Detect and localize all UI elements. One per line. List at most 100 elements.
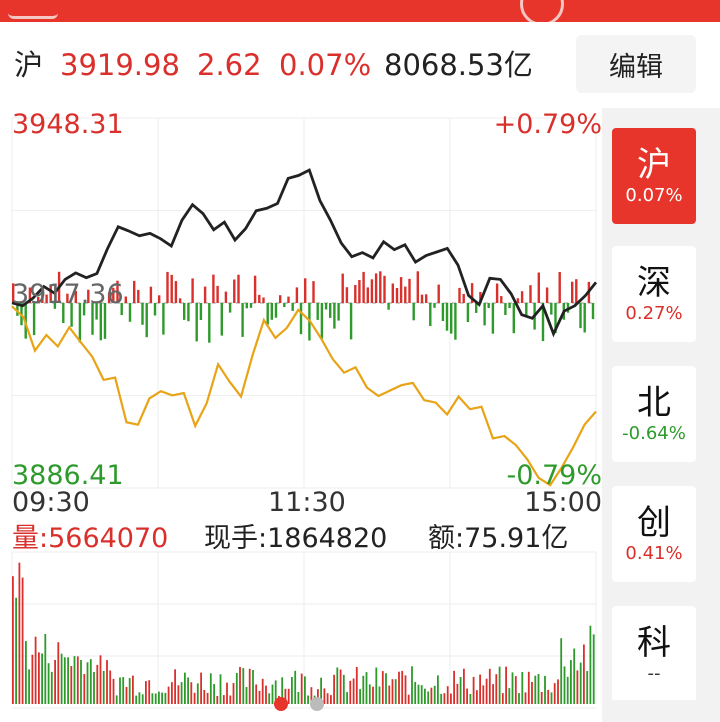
imbalance-bar — [399, 277, 403, 303]
index-name: 沪 — [14, 48, 44, 82]
volume-bar — [437, 675, 439, 704]
volume-bar — [472, 676, 475, 704]
index-price: 3919.98 — [60, 48, 180, 82]
imbalance-bar — [258, 294, 261, 303]
imbalance-bar — [404, 286, 407, 303]
volume-bar — [190, 682, 193, 704]
time-label-mid: 11:30 — [268, 487, 346, 518]
side-tab-name: 科 — [637, 623, 671, 663]
volume-bar — [41, 653, 43, 704]
side-tab-name: 创 — [637, 503, 671, 543]
volume-bar — [456, 683, 459, 704]
side-tab-name: 北 — [637, 383, 671, 423]
volume-bar — [196, 683, 199, 704]
side-tab-3[interactable]: 创 0.41% — [612, 486, 696, 582]
volume-bar — [252, 670, 254, 704]
volume-bar — [482, 685, 485, 704]
imbalance-bar — [525, 303, 528, 316]
volume-bar — [73, 656, 76, 704]
imbalance-bar — [274, 303, 278, 318]
volume-bar — [138, 692, 141, 704]
imbalance-bar — [141, 303, 144, 325]
volume-bar — [171, 682, 173, 704]
volume-bar — [553, 683, 556, 704]
volume-bar — [466, 688, 468, 704]
volume-bar — [547, 689, 550, 704]
volume-bar — [453, 670, 455, 704]
imbalance-bar — [487, 303, 490, 308]
volume-bar — [154, 693, 157, 704]
y-mid-label: 3917.36 — [12, 279, 124, 310]
volume-bar — [459, 677, 462, 704]
back-icon[interactable] — [8, 0, 58, 19]
imbalance-bar — [320, 303, 324, 339]
volume-bar — [265, 685, 267, 704]
volume-bar — [424, 688, 426, 704]
imbalance-bar — [187, 303, 190, 322]
volume-bar — [128, 678, 131, 704]
volume-bar — [352, 678, 355, 704]
imbalance-bar — [208, 303, 211, 343]
volume-bar — [50, 671, 53, 704]
edit-button[interactable]: 编辑 — [576, 35, 696, 93]
volume-bar — [47, 663, 50, 704]
volume-bar — [342, 674, 345, 704]
intraday-chart-panel[interactable]: 3948.31 3917.36 3886.41 +0.79% -0.79% 09… — [0, 108, 602, 722]
volume-bar — [38, 652, 40, 704]
volume-bar — [76, 656, 79, 704]
imbalance-bar — [420, 294, 424, 303]
volume-bar — [495, 674, 498, 704]
imbalance-bar — [324, 303, 328, 310]
volume-bar — [93, 672, 95, 704]
side-tab-4[interactable]: 科 -- — [612, 606, 696, 702]
volume-bar — [586, 671, 589, 704]
side-bottom-fade — [602, 700, 720, 722]
volume-bar — [177, 685, 180, 704]
imbalance-bar — [133, 280, 136, 303]
imbalance-bar — [500, 296, 503, 303]
imbalance-bar — [316, 303, 319, 320]
imbalance-bar — [520, 291, 524, 303]
volume-bar — [427, 691, 430, 704]
index-change-pct: 0.07% — [279, 48, 372, 82]
side-tab-name: 深 — [637, 263, 671, 303]
side-tab-pct: -- — [647, 663, 661, 684]
volume-bar — [339, 669, 342, 704]
page-dot-active[interactable] — [274, 697, 288, 711]
amount-label: 额:75.91亿 — [428, 523, 569, 554]
side-tab-1[interactable]: 深 0.27% — [612, 246, 696, 342]
imbalance-bar — [504, 303, 507, 315]
volume-bar — [560, 638, 563, 704]
volume-bar — [193, 692, 196, 704]
imbalance-bar — [199, 303, 203, 320]
volume-bar — [261, 678, 264, 704]
volume-bar — [433, 685, 436, 704]
volume-bar — [60, 653, 63, 704]
imbalance-bar — [183, 303, 186, 320]
side-tab-0[interactable]: 沪 0.07% — [612, 128, 696, 224]
imbalance-bar — [228, 303, 232, 313]
volume-bar — [573, 648, 576, 704]
volume-bar — [44, 634, 47, 704]
volume-bar — [508, 688, 511, 704]
intraday-chart[interactable] — [0, 108, 602, 722]
volume-bar — [349, 680, 352, 704]
imbalance-bar — [312, 281, 315, 303]
volume-bar — [235, 673, 238, 704]
imbalance-bar — [162, 303, 165, 335]
side-tab-2[interactable]: 北 -0.64% — [612, 366, 696, 462]
volume-bar — [404, 675, 407, 704]
imbalance-bar — [512, 303, 515, 334]
imbalance-bar — [253, 275, 257, 303]
volume-bar — [70, 666, 73, 704]
volume-bar — [372, 686, 374, 704]
imbalance-bar — [529, 285, 532, 303]
volume-bar — [368, 684, 371, 704]
imbalance-bar — [166, 271, 169, 303]
volume-bar — [222, 695, 225, 704]
page-dot[interactable] — [310, 697, 324, 711]
volume-bar — [414, 681, 417, 704]
pct-max-label: +0.79% — [493, 109, 602, 140]
imbalance-bar — [358, 280, 361, 303]
imbalance-bar — [571, 281, 574, 303]
